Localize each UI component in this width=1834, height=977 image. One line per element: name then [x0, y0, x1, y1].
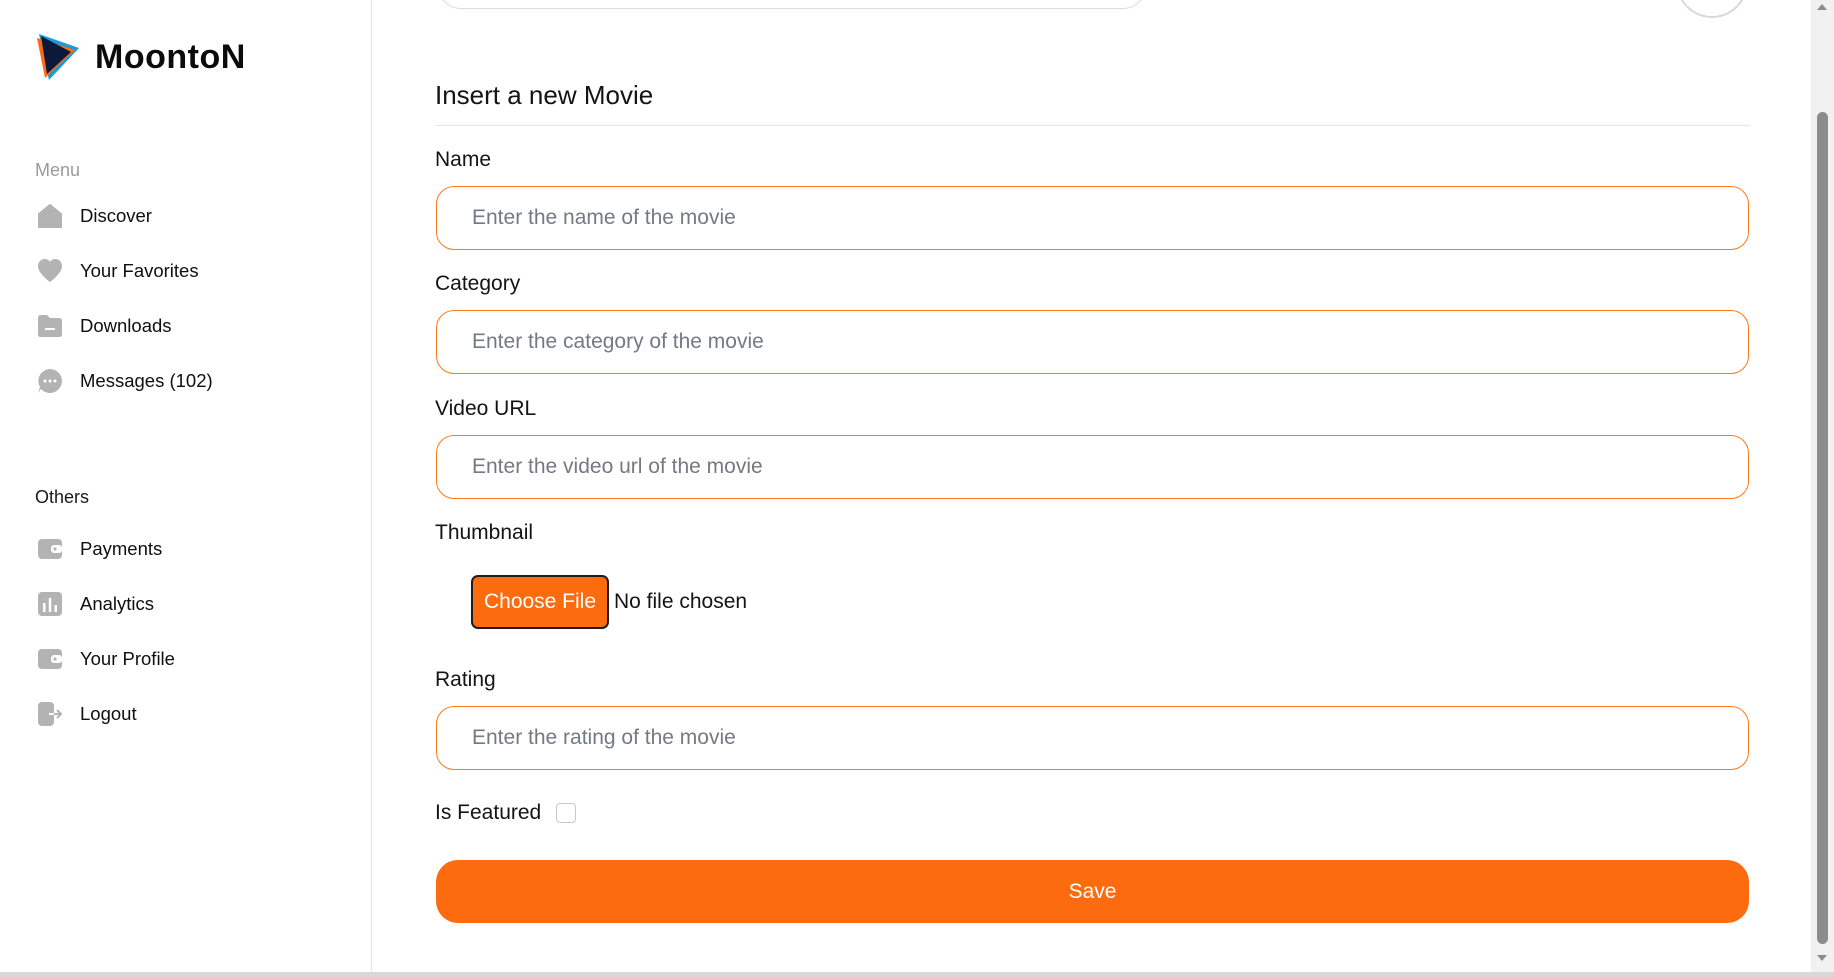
- avatar[interactable]: [1676, 0, 1748, 18]
- sidebar-item-label: Your Favorites: [80, 260, 199, 281]
- logo[interactable]: MoontoN: [35, 32, 246, 82]
- sidebar-item-messages[interactable]: Messages (102): [35, 365, 213, 397]
- scroll-up-icon[interactable]: [1817, 4, 1827, 10]
- sidebar-item-downloads[interactable]: Downloads: [35, 310, 172, 342]
- file-status-text: No file chosen: [614, 590, 748, 613]
- folder-icon: [35, 311, 65, 341]
- window-bottom-edge: [0, 972, 1834, 977]
- rating-input[interactable]: [436, 706, 1749, 770]
- sidebar-item-discover[interactable]: Discover: [35, 200, 152, 232]
- featured-row: Is Featured: [435, 801, 577, 825]
- app-root: MoontoN Menu Discover Your Favorites Dow…: [0, 0, 1834, 977]
- sidebar-item-logout[interactable]: Logout: [35, 698, 137, 730]
- save-button[interactable]: Save: [436, 860, 1749, 923]
- chat-icon: [35, 366, 65, 396]
- others-section-title: Others: [35, 487, 90, 507]
- is-featured-label: Is Featured: [435, 801, 542, 824]
- menu-section-title: Menu: [35, 160, 81, 180]
- video-url-input[interactable]: [436, 435, 1749, 499]
- sidebar-item-label: Payments: [80, 538, 163, 559]
- sidebar-item-label: Your Profile: [80, 648, 175, 669]
- logout-icon: [35, 699, 65, 729]
- page-title: Insert a new Movie: [435, 80, 654, 110]
- name-input[interactable]: [436, 186, 1749, 250]
- wallet-icon: [35, 644, 65, 674]
- sidebar-item-payments[interactable]: Payments: [35, 533, 162, 565]
- title-divider: [435, 125, 1750, 126]
- vertical-scrollbar[interactable]: [1811, 0, 1834, 977]
- choose-file-button[interactable]: Choose File: [471, 575, 609, 629]
- sidebar-item-profile[interactable]: Your Profile: [35, 643, 175, 675]
- app-name: MoontoN: [95, 37, 246, 76]
- video-url-label: Video URL: [435, 397, 537, 420]
- heart-icon: [35, 256, 65, 286]
- thumbnail-file-input: Choose File No file chosen: [471, 575, 747, 629]
- home-icon: [35, 201, 65, 231]
- name-label: Name: [435, 148, 492, 171]
- sidebar-item-label: Logout: [80, 703, 137, 724]
- sidebar: MoontoN Menu Discover Your Favorites Dow…: [0, 0, 372, 977]
- category-label: Category: [435, 272, 521, 295]
- scroll-down-icon[interactable]: [1817, 955, 1827, 961]
- wallet-icon: [35, 534, 65, 564]
- play-logo-icon: [37, 34, 79, 80]
- top-search-input[interactable]: [437, 0, 1147, 9]
- rating-label: Rating: [435, 668, 496, 691]
- sidebar-item-label: Messages (102): [80, 370, 213, 391]
- sidebar-item-label: Downloads: [80, 315, 172, 336]
- chart-icon: [35, 589, 65, 619]
- sidebar-item-label: Analytics: [80, 593, 155, 614]
- sidebar-item-favorites[interactable]: Your Favorites: [35, 255, 199, 287]
- thumbnail-label: Thumbnail: [435, 521, 534, 544]
- category-input[interactable]: [436, 310, 1749, 374]
- sidebar-item-analytics[interactable]: Analytics: [35, 588, 154, 620]
- scroll-thumb[interactable]: [1817, 112, 1828, 944]
- is-featured-checkbox[interactable]: [556, 803, 577, 823]
- sidebar-item-label: Discover: [80, 205, 152, 226]
